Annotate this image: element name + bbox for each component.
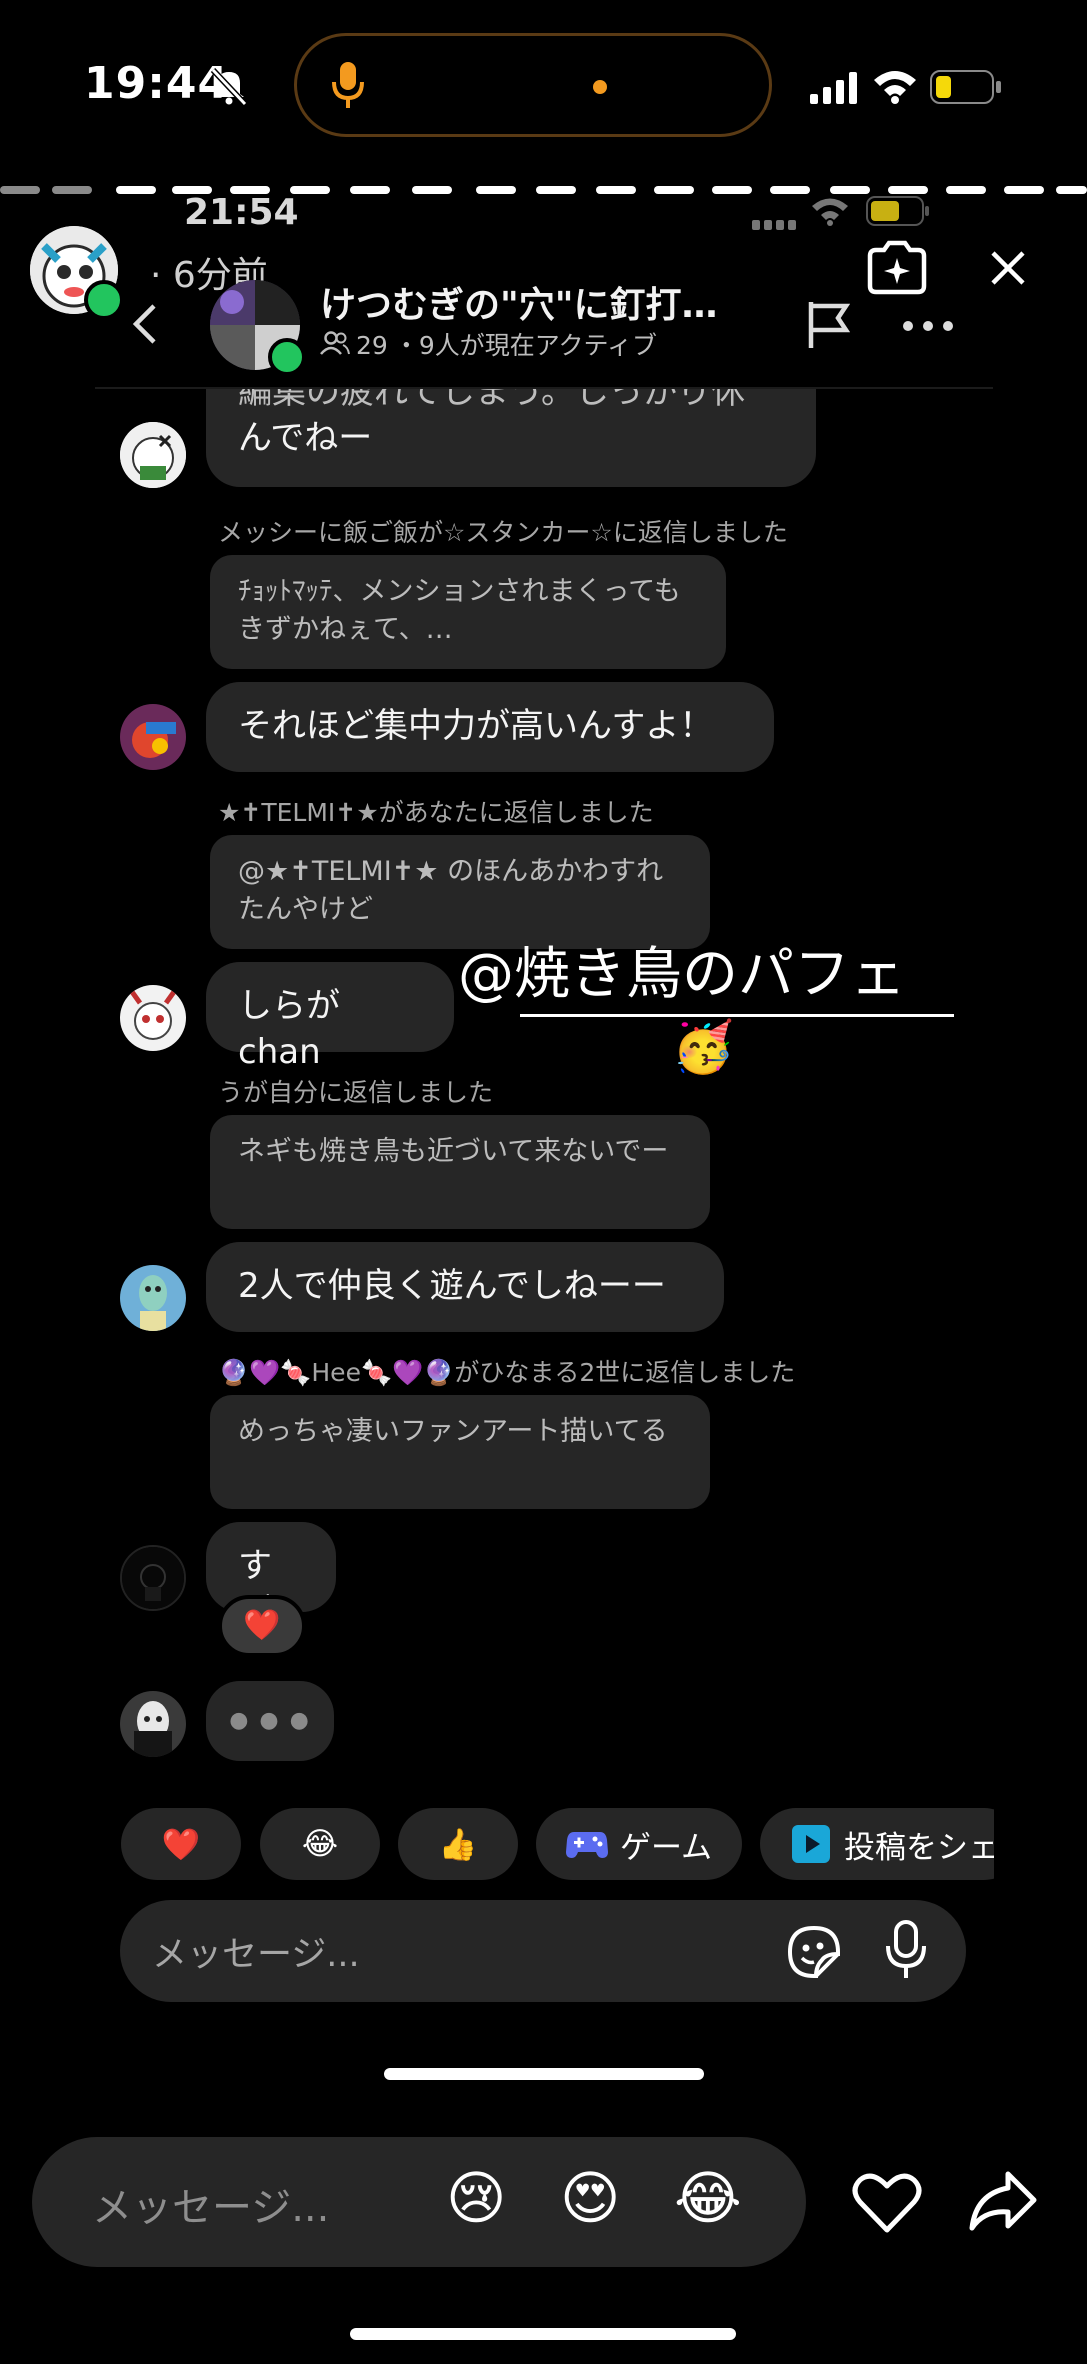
like-heart-icon[interactable] (852, 2170, 922, 2234)
heart-eyes-emoji-button[interactable]: 😍 (560, 2164, 620, 2232)
quick-reply-share-post[interactable]: 投稿をシェ (760, 1808, 994, 1880)
message-text: 編集の疲れてしまう。しっかり休 (238, 389, 745, 412)
member-count: 29 (356, 331, 388, 360)
message-bubble[interactable]: それほど集中力が高いんすよ！ (206, 682, 774, 772)
message-bubble[interactable]: 2人で仲良く遊んでしねーー (206, 1242, 724, 1332)
wifi-icon (872, 68, 918, 104)
sender-avatar[interactable] (120, 985, 186, 1051)
mention-text: @焼き鳥のパフェ (458, 942, 906, 1007)
quick-reply-heart[interactable]: ❤️ (121, 1808, 241, 1880)
reply-notice: うが自分に返信しました (218, 1078, 494, 1107)
members-icon (320, 330, 350, 356)
sparkle-camera-icon[interactable] (864, 240, 930, 296)
message-text: それほど集中力が高いんすよ！ (238, 706, 714, 746)
group-subtitle: 29 ・9人が現在アクティブ (356, 326, 657, 362)
share-post-label: 投稿をシェ (844, 1829, 994, 1866)
microphone-icon (330, 60, 366, 112)
sender-avatar[interactable] (120, 1545, 186, 1611)
signal-icon (810, 72, 858, 104)
sticker-icon[interactable] (786, 1924, 842, 1980)
quick-reply-game[interactable]: ゲーム (536, 1808, 742, 1880)
message-bubble[interactable]: しらがchan (206, 962, 454, 1072)
quick-reply-thumbs-up[interactable]: 👍 (398, 1808, 518, 1880)
flag-icon[interactable] (806, 300, 851, 350)
quoted-message[interactable]: めっちゃ凄いファンアート描いてる (210, 1395, 710, 1509)
quoted-message[interactable]: ﾁｮｯﾄﾏｯﾃ、メンションされまくってもきずかねぇて、… (210, 555, 726, 669)
party-face-emoji: 🥳 (672, 1018, 735, 1076)
play-icon (792, 1825, 830, 1863)
heart-reaction: ❤️ (243, 1608, 281, 1643)
close-icon[interactable] (990, 250, 1026, 286)
group-online-indicator (268, 338, 306, 376)
quick-reply-laugh[interactable]: 😂 (260, 1808, 380, 1880)
inner-signal-icon (752, 208, 798, 230)
reply-notice: 🔮💜🍬Hee🍬💜🔮がひなまる2世に返信しました (218, 1358, 796, 1387)
reply-notice: メッシーに飯ご飯が☆スタンカー☆に返信しました (218, 518, 788, 547)
message-text: んでねー (238, 418, 373, 458)
group-title[interactable]: けつむぎの"穴"に釘打… (320, 276, 718, 328)
chat-message-list[interactable]: 編集の疲れてしまう。しっかり休 んでねー メッシーに飯ご飯が☆スタンカー☆に返信… (0, 389, 1087, 1789)
quoted-message[interactable]: ネギも焼き鳥も近づいて来ないでー (210, 1115, 710, 1229)
story-reply-placeholder: メッセージ... (92, 2185, 330, 2231)
story-progress (0, 186, 1087, 194)
game-label: ゲーム (619, 1829, 713, 1866)
typing-indicator: ● ● ● (206, 1681, 334, 1761)
reaction-badge[interactable]: ❤️ (218, 1595, 306, 1657)
recording-indicator (593, 80, 607, 94)
chat-input-placeholder: メッセージ... (152, 1935, 360, 1975)
crying-emoji-button[interactable]: 😢 (446, 2164, 506, 2232)
battery-icon (930, 70, 1002, 104)
inner-wifi-icon (810, 196, 850, 226)
voice-input-icon[interactable] (884, 1920, 928, 1980)
home-indicator (350, 2328, 736, 2340)
inner-home-indicator (384, 2068, 704, 2080)
message-bubble[interactable]: 編集の疲れてしまう。しっかり休 んでねー (206, 389, 816, 487)
message-text: 2人で仲良く遊んでしねーー (238, 1266, 666, 1306)
silent-bell-icon (210, 66, 248, 107)
reply-notice: ★✝TELMI✝★があなたに返信しました (218, 798, 654, 827)
sender-avatar[interactable] (120, 422, 186, 488)
gamepad-icon (565, 1828, 608, 1860)
typing-dots: ● ● ● (229, 1708, 311, 1733)
sender-avatar[interactable] (120, 1691, 186, 1757)
active-count: ・9人が現在アクティブ (393, 331, 657, 360)
online-indicator (84, 280, 124, 320)
more-options-icon[interactable] (900, 318, 956, 332)
inner-battery-icon (866, 196, 930, 226)
sender-avatar[interactable] (120, 704, 186, 770)
share-arrow-icon[interactable] (968, 2170, 1038, 2234)
quoted-message[interactable]: @★✝TELMI✝★ のほんあかわすれたんやけど (210, 835, 710, 949)
laughing-emoji-button[interactable]: 😂 (674, 2164, 742, 2232)
mention-sticker[interactable]: @焼き鳥のパフェ (458, 940, 906, 1010)
back-icon[interactable] (130, 302, 158, 346)
mention-underline (520, 1014, 954, 1017)
sender-avatar[interactable] (120, 1265, 186, 1331)
inner-status-time: 21:54 (184, 192, 299, 233)
status-time: 19:44 (84, 58, 230, 109)
message-text: しらがchan (238, 986, 340, 1072)
